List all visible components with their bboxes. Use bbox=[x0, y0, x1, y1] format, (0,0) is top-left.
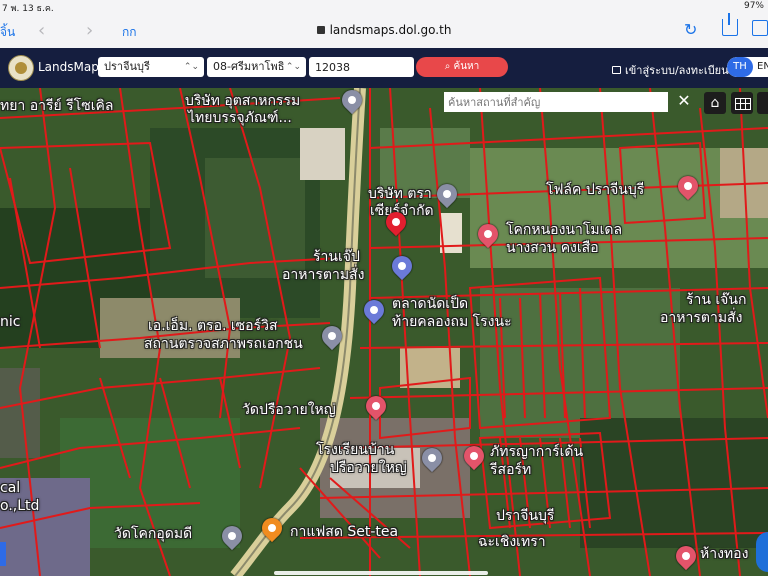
map-label: ท้ายคลองถม โรงนะ bbox=[392, 314, 512, 330]
map-label: เอ.เอ็ม. ตรอ. เซอร์วิส bbox=[148, 318, 278, 334]
map-label: กาแฟสด Set-tea bbox=[290, 524, 399, 540]
map-label: นางสวน คงเสือ bbox=[506, 240, 599, 256]
parcel-number-input[interactable] bbox=[309, 57, 414, 77]
map-label: o.,Ltd bbox=[0, 498, 40, 514]
language-toggle[interactable]: TH EN bbox=[727, 57, 768, 77]
close-icon[interactable]: ✕ bbox=[674, 90, 694, 112]
map-label: สถานตรวจสภาพรถเอกชน bbox=[144, 336, 303, 352]
map-label: อาหารตามสั่ง bbox=[282, 267, 365, 283]
lang-en-button[interactable]: EN bbox=[757, 57, 768, 77]
login-link[interactable]: เข้าสู่ระบบ/ลงทะเบียน bbox=[612, 61, 729, 79]
province-value: ปราจีนบุรี bbox=[104, 60, 150, 73]
map-label: วัดโคกอุดมดี bbox=[114, 526, 193, 542]
map-label: ห้างทอง bbox=[700, 546, 749, 562]
select-chevron-icon: ⌃⌄ bbox=[183, 62, 199, 72]
url-text: landsmaps.dol.go.th bbox=[329, 23, 452, 37]
map-label: ปราจีนบุรี bbox=[496, 508, 555, 524]
status-date: 7 พ. 13 ธ.ค. bbox=[2, 4, 54, 14]
home-indicator bbox=[274, 571, 488, 575]
district-value: 08-ศรีมหาโพธิ bbox=[213, 60, 285, 73]
map-label: ร้าน เจ๊นก bbox=[686, 292, 747, 308]
land-department-logo bbox=[8, 55, 34, 81]
map-label: ทยา อารีย์ รีโซเคิล bbox=[0, 98, 114, 114]
map-label: วัดปรือวายใหญ่ bbox=[242, 402, 336, 418]
home-icon[interactable]: ⌂ bbox=[704, 92, 726, 114]
map-label: ไทยบรรจุภัณฑ์... bbox=[188, 110, 292, 126]
browser-toolbar: จิ้น ‹ › กก landsmaps.dol.go.th ↻ bbox=[0, 13, 768, 49]
select-chevron-icon: ⌃⌄ bbox=[285, 62, 301, 72]
lang-th-button[interactable]: TH bbox=[727, 57, 753, 77]
search-button[interactable]: ⌕ ค้นหา bbox=[416, 57, 508, 77]
reload-icon[interactable]: ↻ bbox=[684, 20, 697, 39]
map-label: บริษัท อุตสาหกรรม bbox=[185, 93, 301, 109]
map-label: nic bbox=[0, 314, 21, 330]
map-label: โคกหนองนาโมเดล bbox=[506, 222, 623, 238]
map-label: ภัทรญาการ์เด้น bbox=[490, 444, 584, 460]
map-tool-button[interactable] bbox=[757, 92, 768, 114]
address-bar[interactable]: landsmaps.dol.go.th bbox=[0, 23, 768, 37]
share-icon[interactable] bbox=[722, 13, 738, 36]
map-label: cal bbox=[0, 480, 21, 496]
map-label: อาหารตามสั่ง bbox=[660, 310, 743, 326]
district-select[interactable]: 08-ศรีมหาโพธิ ⌃⌄ bbox=[207, 57, 306, 77]
map-label: ฉะเชิงเทรา bbox=[478, 534, 546, 550]
battery-level: 97% bbox=[743, 1, 764, 11]
province-select[interactable]: ปราจีนบุรี ⌃⌄ bbox=[98, 57, 204, 77]
lock-icon bbox=[612, 66, 621, 74]
lock-icon bbox=[316, 25, 325, 34]
map-label: ปรือวายใหญ่ bbox=[330, 460, 407, 476]
satellite-map[interactable]: ทยา อารีย์ รีโซเคิล บริษัท อุตสาหกรรม ไท… bbox=[0, 88, 768, 576]
map-label: โฟล์ค ปราจีนบุรี bbox=[546, 182, 645, 198]
map-label: บริษัท ตรา bbox=[368, 186, 432, 202]
map-label: โรงเรียนบ้าน bbox=[316, 442, 395, 458]
app-header: LandsMaps ปราจีนบุรี ⌃⌄ 08-ศรีมหาโพธิ ⌃⌄… bbox=[0, 48, 768, 88]
search-button-label: ค้นหา bbox=[453, 61, 480, 72]
login-label: เข้าสู่ระบบ/ลงทะเบียน bbox=[625, 64, 729, 77]
search-icon: ⌕ bbox=[444, 61, 454, 72]
status-bar: 7 พ. 13 ธ.ค. 97% bbox=[0, 0, 768, 14]
locate-button[interactable] bbox=[756, 532, 768, 572]
left-panel-toggle[interactable] bbox=[0, 542, 6, 566]
map-label: ร้านเจ๊ป bbox=[313, 249, 360, 265]
app-name: LandsMaps bbox=[38, 60, 106, 74]
map-canvas bbox=[0, 88, 768, 576]
place-search-input[interactable] bbox=[444, 92, 668, 112]
tabs-icon[interactable] bbox=[752, 20, 768, 36]
map-label: รีสอร์ท bbox=[490, 462, 532, 478]
table-icon[interactable] bbox=[731, 92, 753, 114]
map-label: ตลาดนัดเป็ด bbox=[392, 296, 469, 312]
